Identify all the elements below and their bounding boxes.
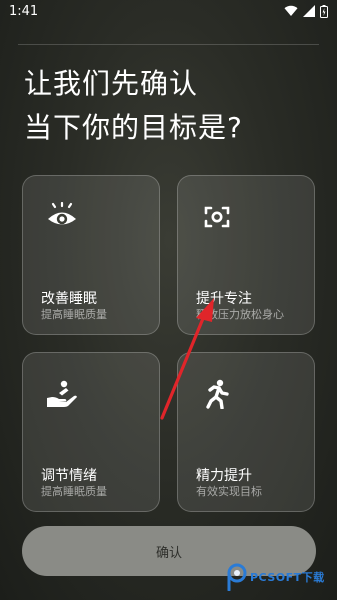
watermark-logo bbox=[227, 563, 247, 591]
watermark-text: PCSOFT下载 bbox=[250, 571, 325, 584]
battery-icon bbox=[320, 4, 328, 18]
goal-card-title: 提升专注 bbox=[196, 291, 252, 307]
goal-card-title: 改善睡眠 bbox=[41, 291, 97, 307]
page-title-line-1: 让我们先确认 bbox=[24, 67, 199, 100]
goal-card-title: 精力提升 bbox=[196, 468, 252, 484]
goal-card-energy[interactable]: 精力提升 有效实现目标 bbox=[177, 352, 315, 512]
goal-card-title: 调节情绪 bbox=[41, 468, 97, 484]
status-time: 1:41 bbox=[9, 3, 39, 19]
eye-icon bbox=[48, 202, 76, 225]
goal-card-sleep[interactable]: 改善睡眠 提高睡眠质量 bbox=[22, 175, 160, 335]
status-icons bbox=[284, 4, 328, 18]
goal-card-subtitle: 提高睡眠质量 bbox=[41, 485, 107, 498]
watermark: PCSOFT下载 bbox=[226, 560, 334, 594]
page-title: 让我们先确认 当下你的目标是? bbox=[24, 62, 324, 150]
focus-icon bbox=[204, 206, 230, 228]
wifi-icon bbox=[284, 5, 298, 16]
status-bar: 1:41 bbox=[0, 0, 337, 22]
running-person-icon bbox=[206, 379, 229, 409]
goal-card-subtitle: 有效实现目标 bbox=[196, 485, 262, 498]
divider bbox=[18, 44, 319, 45]
goal-card-subtitle: 提高睡眠质量 bbox=[41, 308, 107, 321]
hand-care-icon bbox=[47, 380, 77, 407]
signal-icon bbox=[303, 5, 315, 17]
goal-card-subtitle: 释放压力放松身心 bbox=[196, 308, 284, 321]
goal-card-focus[interactable]: 提升专注 释放压力放松身心 bbox=[177, 175, 315, 335]
goal-card-mood[interactable]: 调节情绪 提高睡眠质量 bbox=[22, 352, 160, 512]
page-title-line-2: 当下你的目标是? bbox=[24, 111, 243, 144]
